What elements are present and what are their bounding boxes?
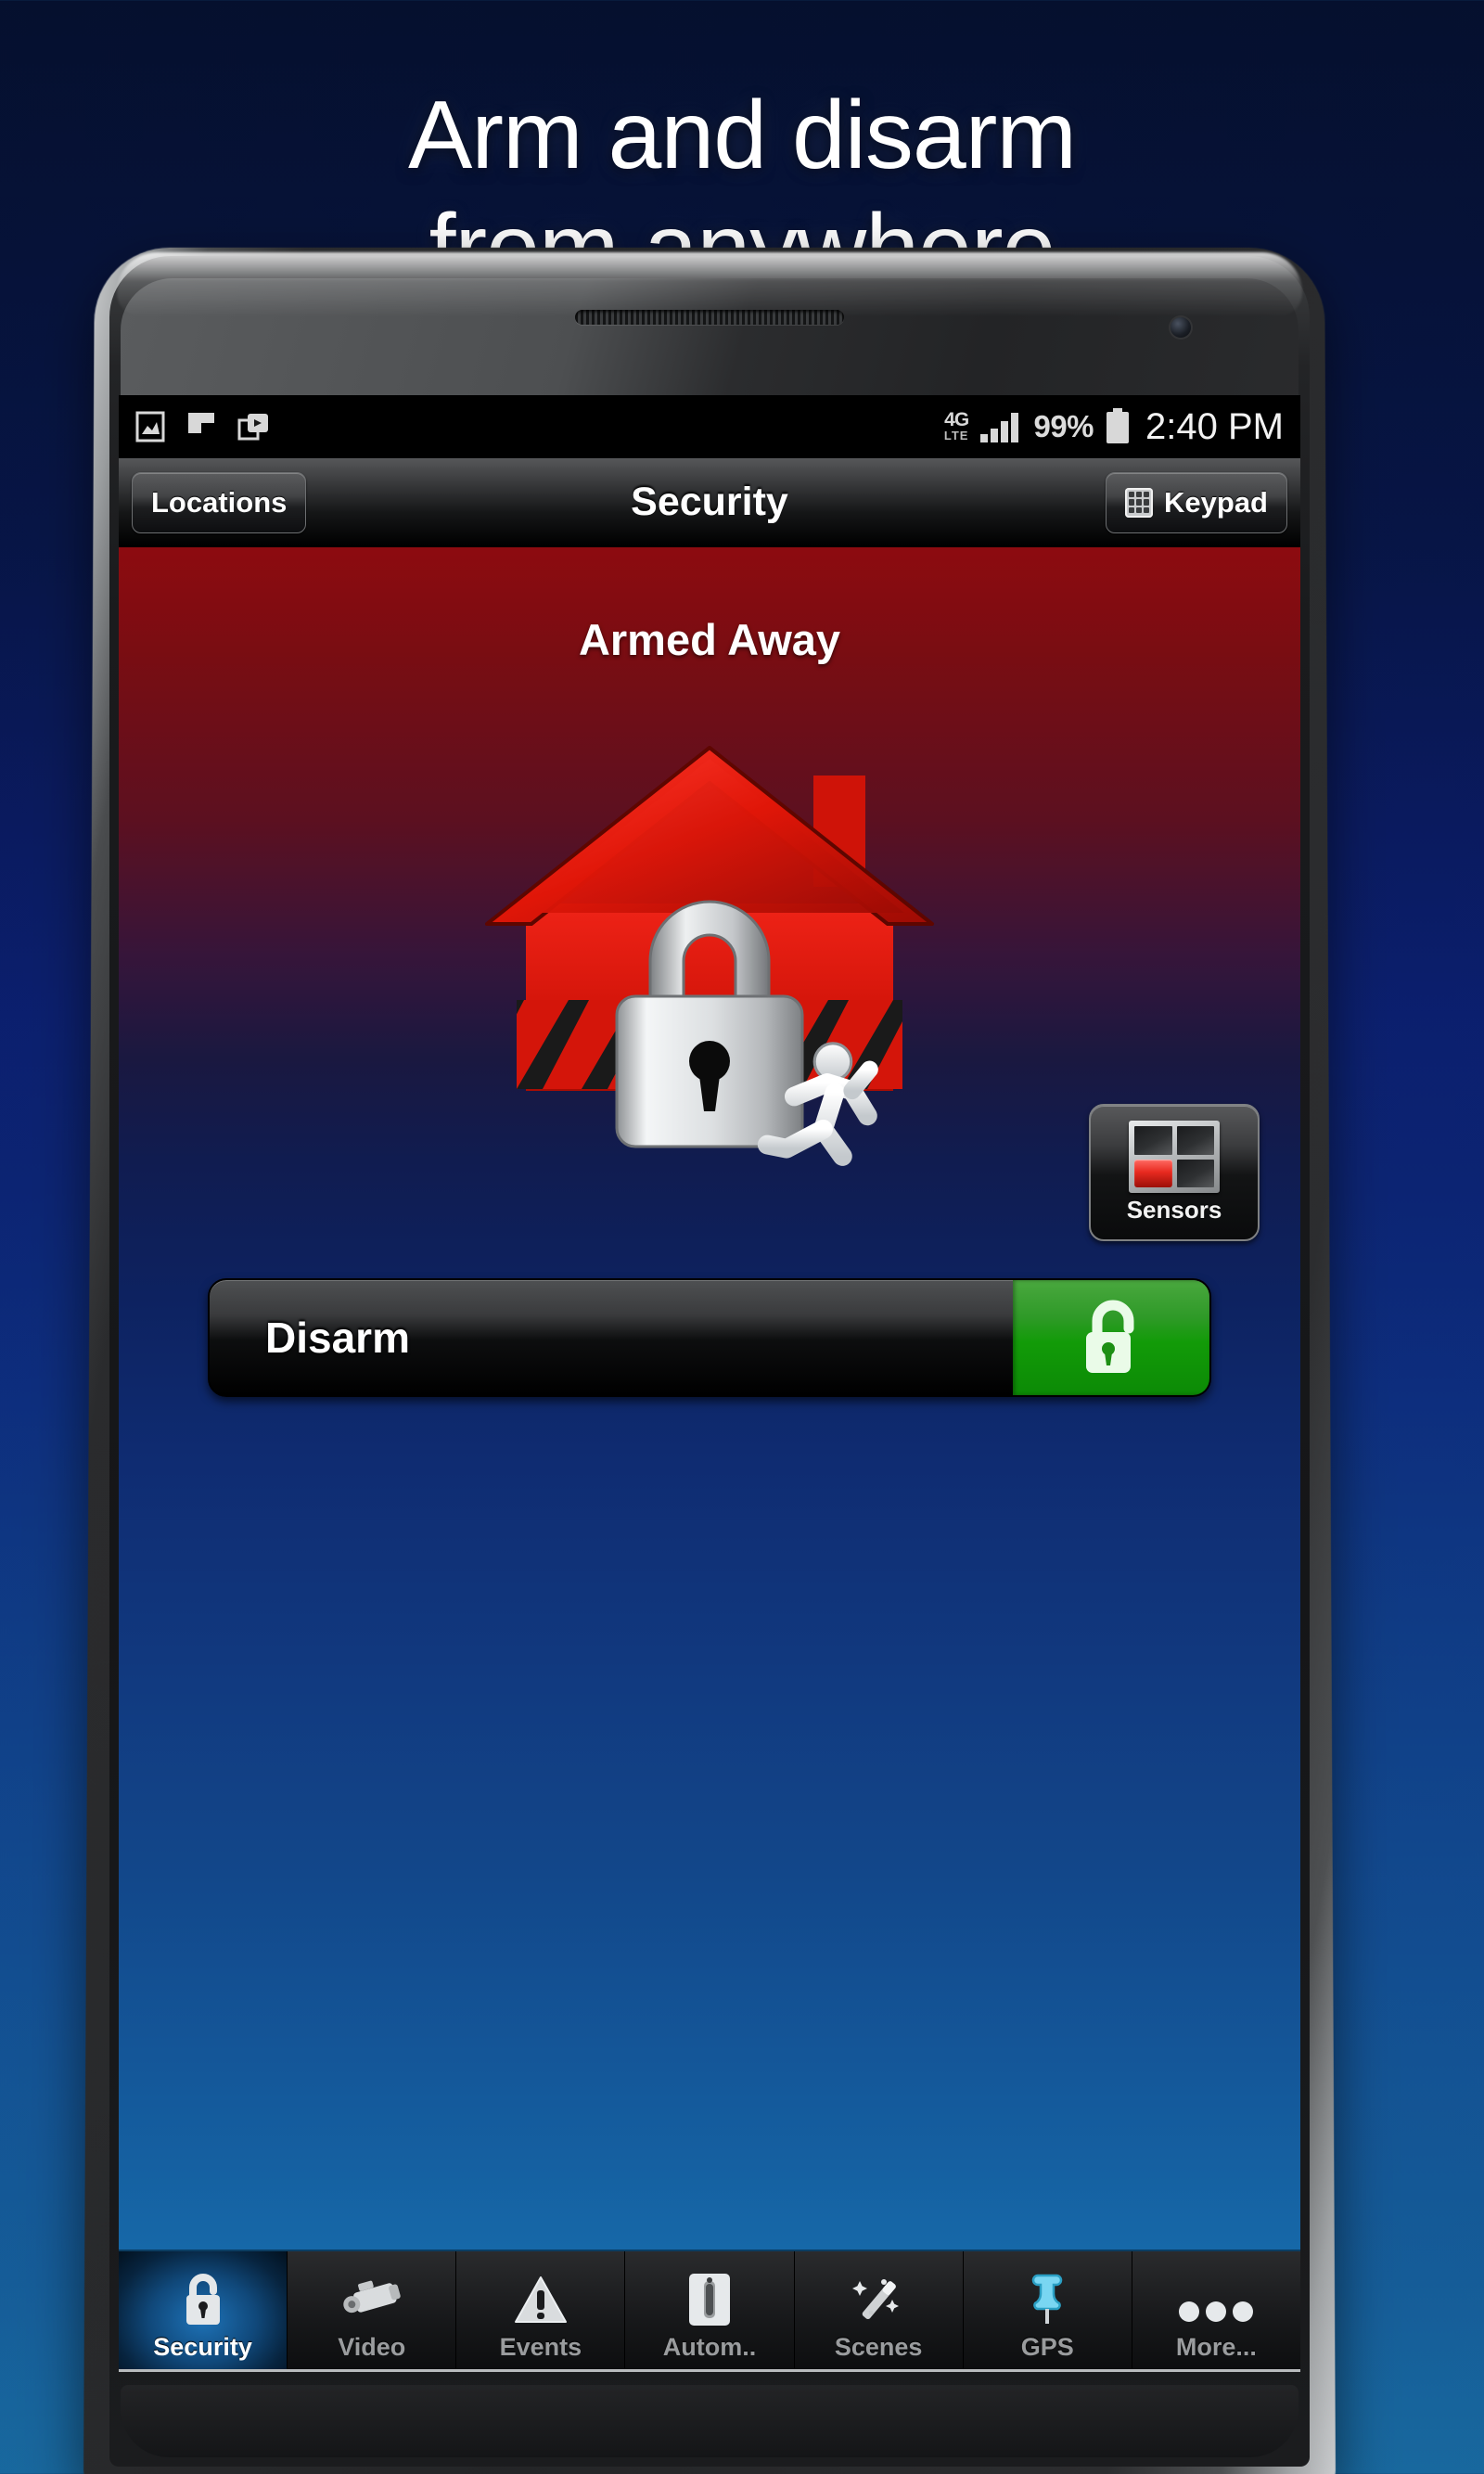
status-bar: 4G LTE 99% 2:40 PM: [119, 395, 1300, 458]
keypad-icon: [1125, 487, 1154, 518]
tab-video-label: Video: [338, 2333, 406, 2361]
map-pin-icon: [1022, 2270, 1072, 2327]
unlocked-padlock-icon: [1086, 1300, 1134, 1373]
clock-label: 2:40 PM: [1145, 405, 1284, 447]
locations-button[interactable]: Locations: [132, 471, 307, 533]
window-sensor-icon: [1129, 1121, 1220, 1193]
status-bar-right-icons: 4G LTE 99% 2:40 PM: [944, 406, 1284, 448]
tab-scenes[interactable]: Scenes: [794, 2251, 964, 2369]
status-bar-left-icons: [135, 411, 271, 442]
tab-more[interactable]: More...: [1132, 2251, 1300, 2369]
security-panel: Armed Away Sensors Disarm: [119, 547, 1300, 2250]
tab-gps-label: GPS: [1020, 2333, 1074, 2361]
earpiece-speaker-icon: [575, 310, 844, 325]
disarm-slider[interactable]: Disarm: [208, 1278, 1211, 1397]
magic-wand-icon: [849, 2270, 908, 2327]
sensors-button[interactable]: Sensors: [1089, 1104, 1260, 1241]
battery-icon: [1107, 408, 1130, 443]
armed-house-lock-icon: [468, 722, 951, 1167]
network-type-label: 4G: [944, 408, 969, 430]
battery-percent-label: 99%: [1033, 409, 1094, 443]
tab-scenes-label: Scenes: [834, 2333, 923, 2361]
front-camera-icon: [1171, 317, 1191, 338]
app-nav-bar: Locations Security Keypad: [119, 458, 1300, 547]
headline-line-1: Arm and disarm: [408, 82, 1077, 189]
tab-events[interactable]: Events: [456, 2251, 626, 2369]
phone-mockup: 4G LTE 99% 2:40 PM Locations Security Ke…: [83, 237, 1337, 2474]
light-switch-icon: [685, 2270, 734, 2327]
disarm-slider-label: Disarm: [265, 1314, 410, 1362]
padlock-icon: [178, 2270, 228, 2327]
tab-security[interactable]: Security: [119, 2251, 288, 2369]
network-subtype-label: LTE: [943, 429, 969, 443]
keypad-button[interactable]: Keypad: [1106, 471, 1287, 533]
image-icon: [135, 411, 165, 442]
warning-triangle-icon: [512, 2270, 569, 2327]
network-indicator: 4G LTE: [943, 408, 969, 443]
tab-gps[interactable]: GPS: [963, 2251, 1132, 2369]
sensors-button-label: Sensors: [1126, 1196, 1222, 1224]
phone-chrome-rim: [117, 252, 1302, 317]
keypad-button-label: Keypad: [1164, 485, 1268, 519]
signal-bars-icon: [980, 413, 1019, 442]
bottom-tab-bar: Security Video Events Autom.. Scenes GPS…: [119, 2250, 1300, 2372]
tab-automation[interactable]: Autom..: [625, 2251, 795, 2369]
flag-icon: [188, 413, 214, 433]
phone-screen: 4G LTE 99% 2:40 PM Locations Security Ke…: [119, 395, 1300, 2372]
tab-automation-label-2: Autom..: [662, 2333, 757, 2361]
arm-state-label: Armed Away: [578, 615, 841, 664]
camera-icon: [339, 2270, 405, 2327]
screenshot-icon: [237, 414, 268, 441]
phone-bottom-bezel: [121, 2385, 1298, 2457]
tab-more-label: More...: [1175, 2333, 1257, 2361]
ellipsis-icon: [1176, 2270, 1256, 2327]
tab-automation-label: Events: [499, 2333, 582, 2361]
tab-video[interactable]: Video: [288, 2251, 457, 2369]
tab-security-label: Security: [153, 2333, 252, 2361]
locations-button-label: Locations: [151, 485, 288, 519]
disarm-slider-thumb[interactable]: [1013, 1280, 1209, 1395]
